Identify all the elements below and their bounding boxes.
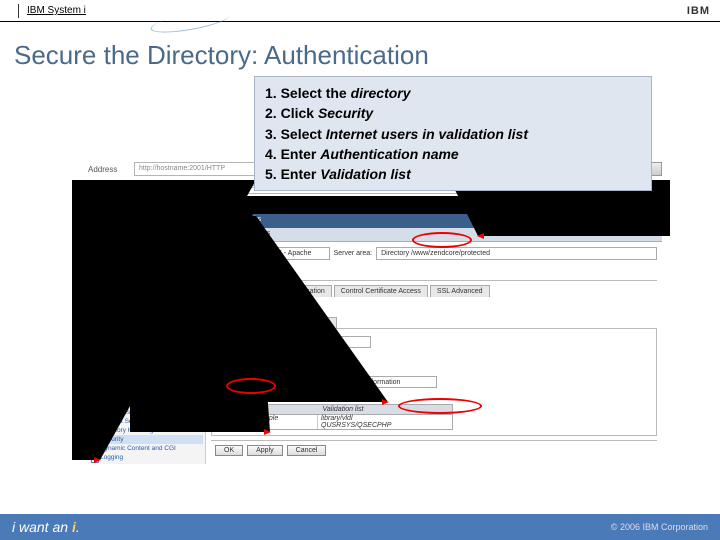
instruction-3: 3. Select Internet users in validation l… (265, 124, 641, 144)
instruction-1: 1. Select the directory (265, 83, 641, 103)
instruction-5: 5. Enter Validation list (265, 164, 641, 184)
footer: i want an i. © 2006 IBM Corporation (0, 514, 720, 540)
annotation-circle-3 (226, 378, 276, 394)
address-label: Address (88, 165, 130, 174)
tagline: i want an i. (12, 519, 80, 535)
instruction-box: 1. Select the directory 2. Click Securit… (254, 76, 652, 191)
annotation-arrow-1 (70, 180, 670, 510)
product-title: IBM System i (27, 5, 86, 16)
instruction-4: 4. Enter Authentication name (265, 144, 641, 164)
instruction-2: 2. Click Security (265, 103, 641, 123)
divider (18, 4, 19, 18)
annotation-circle-1 (412, 232, 472, 248)
annotation-circle-4 (398, 398, 482, 414)
top-bar: IBM System i IBM (0, 0, 720, 22)
copyright: © 2006 IBM Corporation (611, 522, 708, 532)
ibm-logo: IBM (687, 5, 710, 17)
slide-title: Secure the Directory: Authentication (0, 22, 720, 81)
